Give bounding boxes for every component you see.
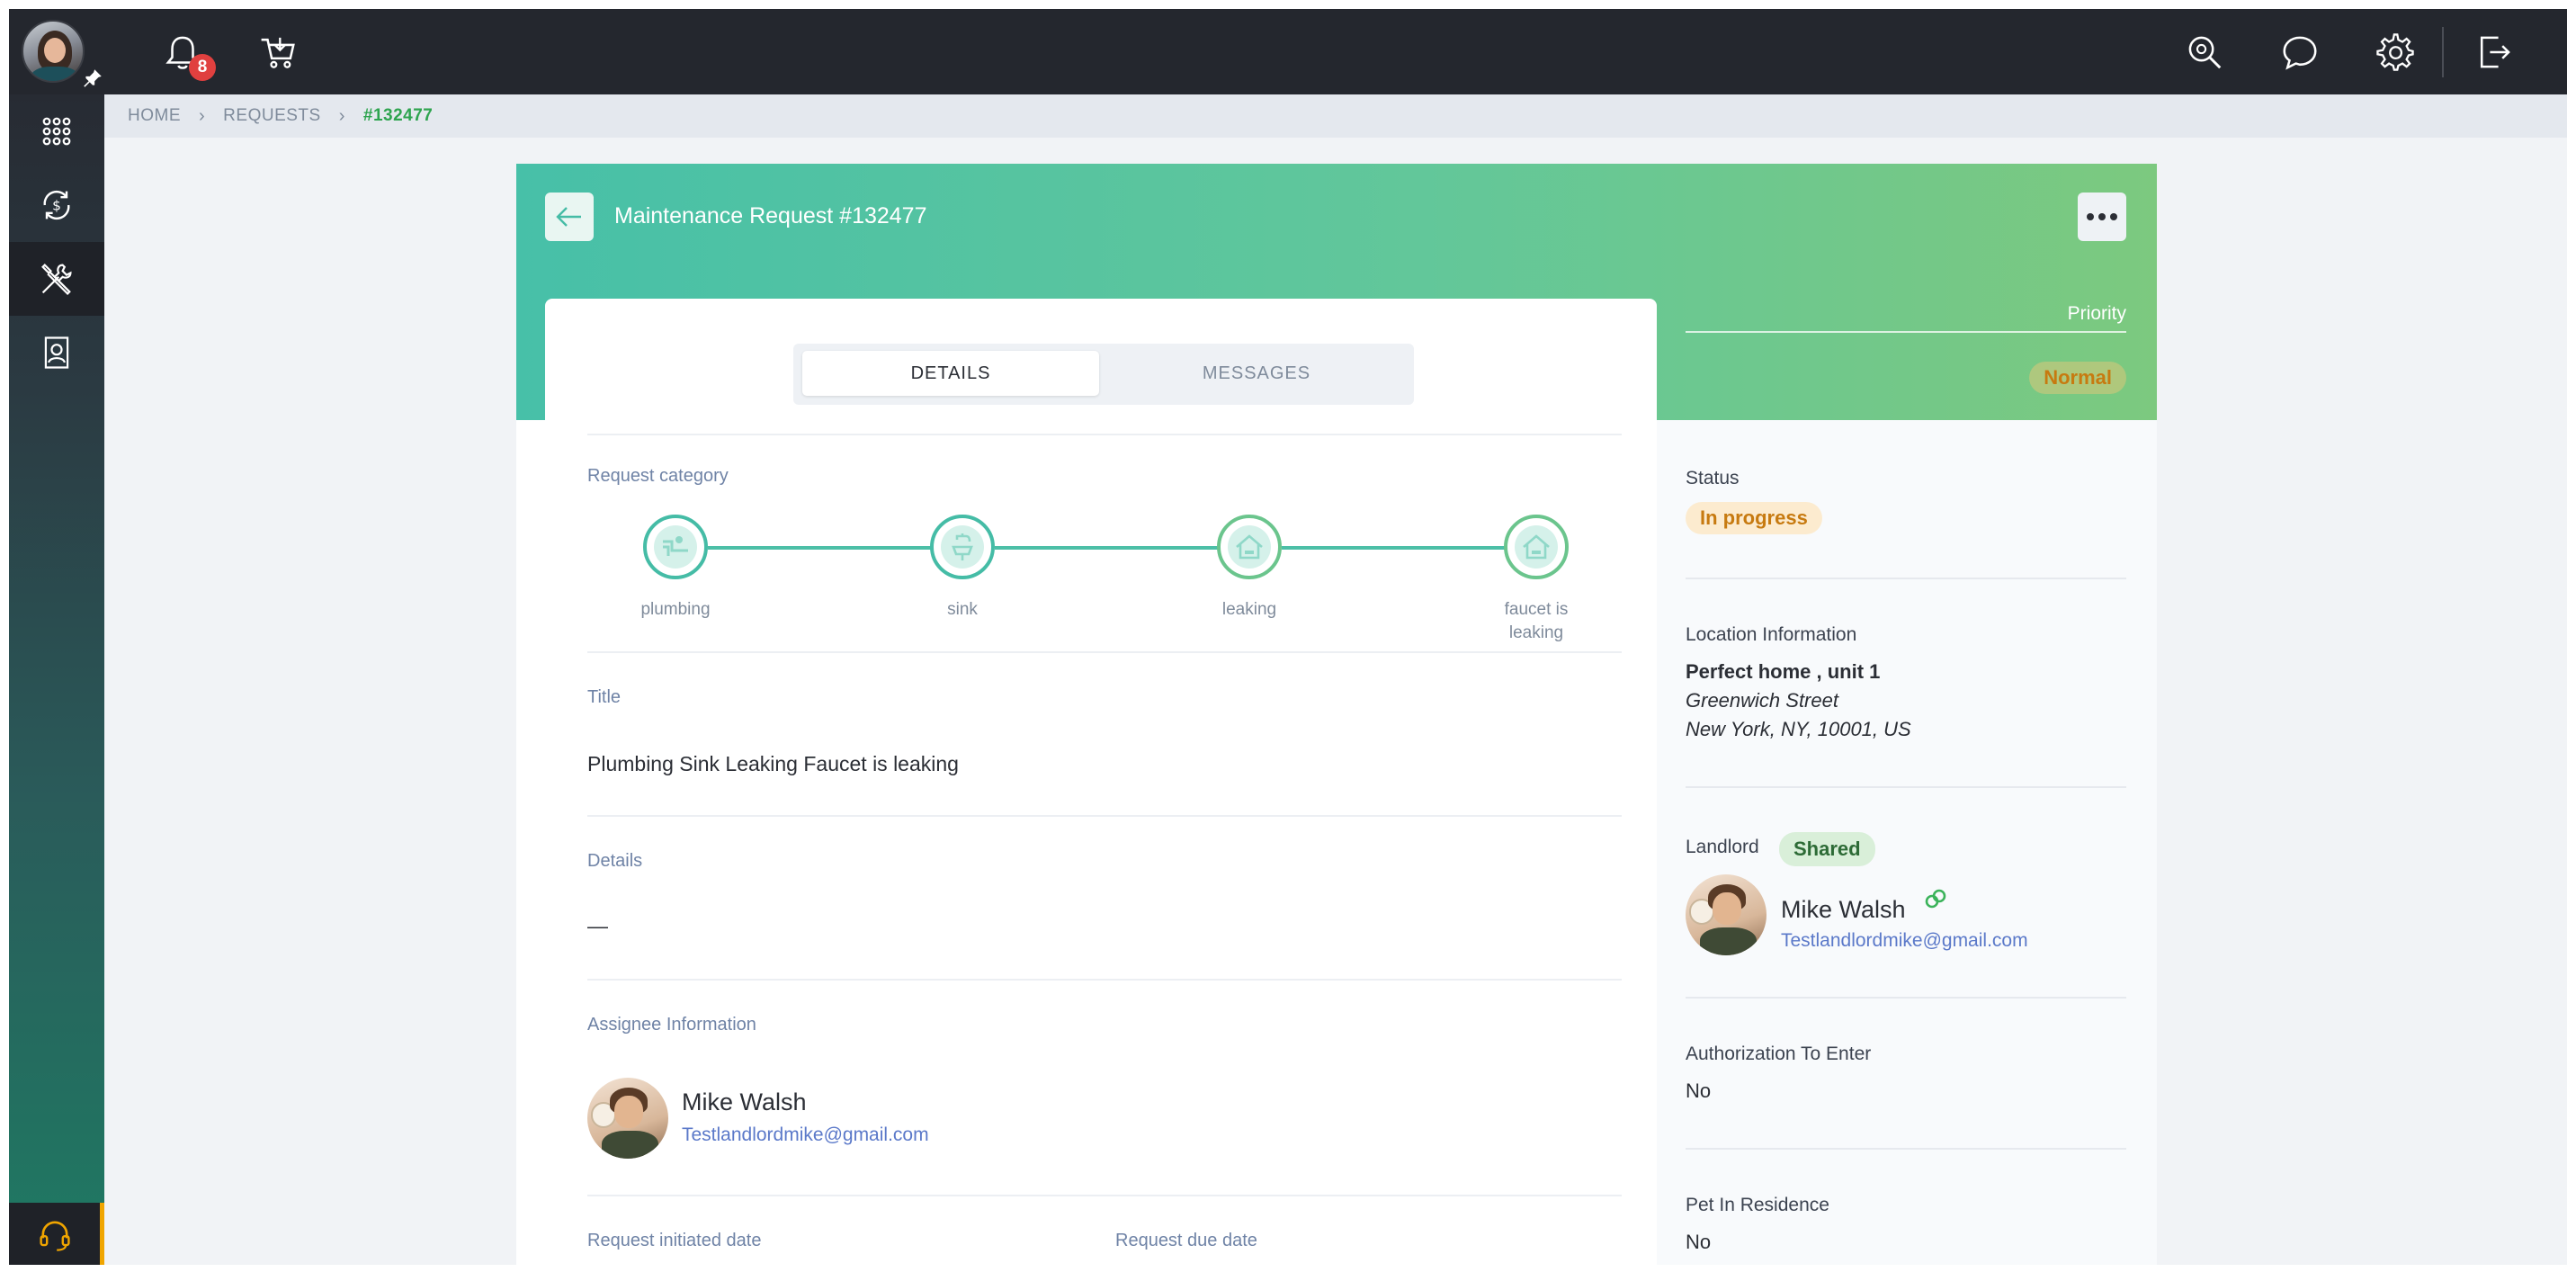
app-window: 8 $ HOME › REQUESTS › #132477 Maintenanc… bbox=[9, 9, 2567, 1265]
gear-icon[interactable] bbox=[2375, 31, 2416, 73]
more-dots-icon bbox=[2087, 213, 2094, 220]
shared-badge: Shared bbox=[1779, 832, 1875, 866]
tools-icon bbox=[41, 264, 72, 296]
pet-label: Pet In Residence bbox=[1686, 1195, 1829, 1215]
status-label: Status bbox=[1686, 468, 1740, 488]
category-connector bbox=[995, 546, 1219, 550]
notification-count-badge: 8 bbox=[189, 54, 216, 81]
divider bbox=[1686, 786, 2126, 788]
arrow-left-icon bbox=[556, 207, 581, 227]
house-leak-icon bbox=[1236, 534, 1263, 560]
pin-icon[interactable] bbox=[81, 67, 104, 90]
sidebar-item-apps[interactable] bbox=[9, 94, 104, 168]
details-value: — bbox=[587, 914, 608, 937]
cart-icon[interactable] bbox=[257, 31, 299, 73]
authorization-label: Authorization To Enter bbox=[1686, 1044, 1872, 1064]
location-label: Location Information bbox=[1686, 624, 1857, 645]
authorization-value: No bbox=[1686, 1079, 1712, 1102]
house-leak-icon bbox=[1523, 534, 1550, 560]
assignee-name: Mike Walsh bbox=[682, 1088, 807, 1115]
divider bbox=[1686, 1148, 2126, 1150]
chevron-right-icon: › bbox=[199, 105, 206, 126]
breadcrumb-current: #132477 bbox=[362, 106, 434, 125]
breadcrumb-requests[interactable]: REQUESTS bbox=[223, 106, 321, 126]
pet-value: No bbox=[1686, 1231, 1712, 1253]
faucet-icon bbox=[952, 533, 973, 560]
more-options-button[interactable] bbox=[2078, 193, 2126, 241]
location-city: New York, NY, 10001, US bbox=[1686, 718, 1911, 740]
assignee-label: Assignee Information bbox=[587, 1015, 756, 1035]
tab-bar: DETAILS MESSAGES bbox=[793, 344, 1414, 405]
money-cycle-icon: $ bbox=[43, 190, 70, 220]
details-label: Details bbox=[587, 851, 643, 871]
divider bbox=[587, 651, 1622, 653]
landlord-name: Mike Walsh bbox=[1781, 896, 1906, 923]
title-value: Plumbing Sink Leaking Faucet is leaking bbox=[587, 752, 959, 775]
svg-text:$: $ bbox=[52, 198, 61, 214]
assignee-avatar bbox=[587, 1078, 668, 1159]
landlord-email[interactable]: Testlandlordmike@gmail.com bbox=[1781, 930, 2028, 952]
divider bbox=[1686, 578, 2126, 579]
category-node-plumbing bbox=[643, 515, 708, 579]
topbar-divider bbox=[2442, 27, 2444, 77]
priority-divider bbox=[1686, 331, 2126, 333]
card-body-left-edge bbox=[516, 420, 545, 1265]
request-initiated-date-label: Request initiated date bbox=[587, 1231, 762, 1250]
status-badge: In progress bbox=[1686, 502, 1822, 534]
priority-label: Priority bbox=[2067, 303, 2126, 324]
divider bbox=[587, 1195, 1622, 1196]
category-label: plumbing bbox=[640, 600, 711, 619]
divider bbox=[1686, 997, 2126, 999]
divider bbox=[587, 434, 1622, 435]
user-avatar[interactable] bbox=[22, 20, 85, 83]
landlord-avatar bbox=[1686, 874, 1767, 955]
category-label: faucet is leaking bbox=[1504, 600, 1569, 642]
assignee-email[interactable]: Testlandlordmike@gmail.com bbox=[682, 1124, 929, 1146]
tab-messages[interactable]: MESSAGES bbox=[1108, 351, 1405, 396]
category-node-leaking bbox=[1217, 515, 1282, 579]
category-label: leaking bbox=[1221, 600, 1277, 619]
category-node-faucet-leaking bbox=[1504, 515, 1569, 579]
headset-icon bbox=[39, 1220, 70, 1251]
title-label: Title bbox=[587, 687, 622, 707]
top-bar: 8 bbox=[9, 9, 2567, 94]
apps-grid-icon bbox=[42, 117, 71, 146]
pipes-icon bbox=[663, 536, 688, 556]
category-connector bbox=[1282, 546, 1506, 550]
support-button[interactable] bbox=[9, 1203, 104, 1265]
search-icon[interactable] bbox=[2184, 31, 2225, 73]
sidebar-item-contacts[interactable] bbox=[9, 316, 104, 390]
divider bbox=[587, 979, 1622, 981]
request-details-panel bbox=[545, 299, 1657, 1265]
sidebar-item-maintenance[interactable] bbox=[9, 242, 104, 316]
category-node-sink bbox=[930, 515, 995, 579]
category-label: sink bbox=[947, 600, 978, 619]
chevron-right-icon: › bbox=[338, 105, 345, 126]
sidebar-item-payments[interactable]: $ bbox=[9, 168, 104, 242]
tab-details[interactable]: DETAILS bbox=[802, 351, 1099, 396]
category-connector bbox=[708, 546, 932, 550]
request-due-date-label: Request due date bbox=[1115, 1231, 1257, 1250]
request-category-label: Request category bbox=[587, 466, 729, 486]
link-icon[interactable] bbox=[1923, 887, 1948, 912]
location-name: Perfect home , unit 1 bbox=[1686, 660, 1881, 683]
breadcrumb: HOME › REQUESTS › #132477 bbox=[104, 94, 2567, 138]
sidebar: $ bbox=[9, 94, 104, 1265]
chat-icon[interactable] bbox=[2279, 31, 2321, 73]
back-button[interactable] bbox=[545, 193, 594, 241]
contact-card-icon bbox=[44, 336, 69, 369]
breadcrumb-home[interactable]: HOME bbox=[128, 106, 181, 126]
location-street: Greenwich Street bbox=[1686, 689, 1838, 712]
logout-icon[interactable] bbox=[2473, 31, 2515, 73]
priority-badge: Normal bbox=[2029, 362, 2126, 394]
divider bbox=[587, 815, 1622, 817]
page-title: Maintenance Request #132477 bbox=[614, 203, 927, 228]
landlord-label: Landlord bbox=[1686, 837, 1759, 857]
